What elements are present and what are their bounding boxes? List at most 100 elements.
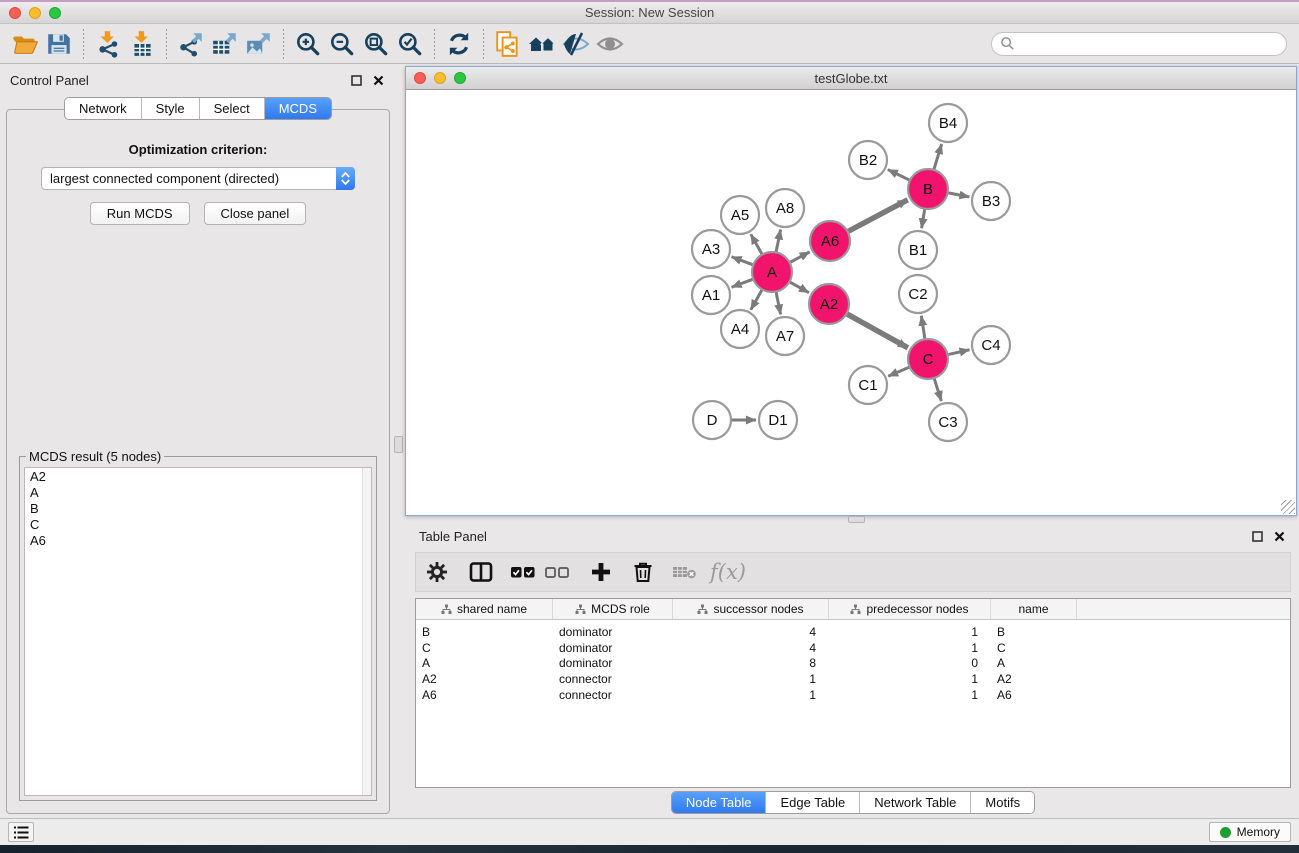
export-table-icon[interactable]: [208, 28, 242, 60]
float-panel-icon[interactable]: [1250, 529, 1265, 544]
function-builder-icon[interactable]: f(x): [710, 560, 746, 584]
tab-select[interactable]: Select: [199, 98, 264, 119]
panel-divider[interactable]: [392, 64, 405, 818]
graph-edge[interactable]: [751, 289, 762, 309]
search-box[interactable]: [991, 32, 1287, 56]
cell-name[interactable]: B: [991, 625, 1077, 639]
network-overview-icon[interactable]: [525, 28, 559, 60]
divider-grip[interactable]: [394, 436, 403, 453]
import-network-icon[interactable]: [91, 28, 125, 60]
cell-predecessor-nodes[interactable]: 1: [829, 688, 991, 702]
add-column-icon[interactable]: [586, 557, 616, 587]
open-session-icon[interactable]: [8, 28, 42, 60]
cell-successor-nodes[interactable]: 1: [673, 688, 829, 702]
list-item[interactable]: A2: [25, 469, 371, 485]
cell-successor-nodes[interactable]: 4: [673, 641, 829, 655]
cell-shared-name[interactable]: C: [416, 641, 553, 655]
scrollbar-track[interactable]: [362, 468, 371, 795]
cell-mcds-role[interactable]: connector: [553, 688, 673, 702]
graph-edge[interactable]: [776, 230, 781, 253]
list-item[interactable]: B: [25, 501, 371, 517]
toggle-column-view-icon[interactable]: [466, 557, 496, 587]
optimization-criterion-select[interactable]: largest connected component (directed): [41, 167, 355, 190]
graph-edge[interactable]: [888, 170, 910, 181]
graph-edge[interactable]: [888, 367, 909, 376]
graph-edge[interactable]: [921, 316, 925, 339]
tab-mcds[interactable]: MCDS: [264, 98, 331, 119]
cell-name[interactable]: A6: [991, 688, 1077, 702]
zoom-fit-icon[interactable]: [359, 28, 393, 60]
search-input[interactable]: [1020, 37, 1278, 51]
cell-name[interactable]: A2: [991, 672, 1077, 686]
tab-network[interactable]: Network: [65, 98, 141, 119]
zoom-out-icon[interactable]: [325, 28, 359, 60]
select-all-rows-icon[interactable]: [508, 557, 538, 587]
column-header-predecessor-nodes[interactable]: predecessor nodes: [829, 599, 991, 619]
refresh-icon[interactable]: [442, 28, 476, 60]
task-history-button[interactable]: [8, 822, 34, 842]
list-item[interactable]: C: [25, 517, 371, 533]
deselect-all-rows-icon[interactable]: [542, 557, 572, 587]
graph-edge[interactable]: [732, 279, 754, 287]
cell-predecessor-nodes[interactable]: 1: [829, 672, 991, 686]
run-mcds-button[interactable]: Run MCDS: [90, 202, 190, 225]
cell-predecessor-nodes[interactable]: 1: [829, 641, 991, 655]
window-resize-grip-icon[interactable]: [1281, 500, 1295, 514]
column-header-successor-nodes[interactable]: successor nodes: [673, 599, 829, 619]
cell-successor-nodes[interactable]: 8: [673, 656, 829, 670]
delete-table-icon[interactable]: [670, 557, 700, 587]
float-panel-icon[interactable]: [349, 73, 364, 88]
column-header-shared-name[interactable]: shared name: [416, 599, 553, 619]
list-item[interactable]: A6: [25, 533, 371, 549]
cell-mcds-role[interactable]: dominator: [553, 625, 673, 639]
graph-edge[interactable]: [848, 200, 908, 232]
table-settings-icon[interactable]: [422, 557, 452, 587]
zoom-in-icon[interactable]: [291, 28, 325, 60]
column-header-mcds-role[interactable]: MCDS role: [553, 599, 673, 619]
cell-predecessor-nodes[interactable]: 1: [829, 625, 991, 639]
list-item[interactable]: A: [25, 485, 371, 501]
network-canvas[interactable]: AA1A2A3A4A5A6A7A8BB1B2B3B4CC1C2C3C4DD1: [406, 90, 1296, 515]
cell-shared-name[interactable]: A2: [416, 672, 553, 686]
zoom-selected-icon[interactable]: [393, 28, 427, 60]
graph-edge[interactable]: [789, 282, 809, 293]
save-session-icon[interactable]: [42, 28, 76, 60]
horizontal-divider[interactable]: [405, 516, 1299, 524]
mcds-result-list[interactable]: A2 A B C A6: [24, 467, 372, 796]
cell-predecessor-nodes[interactable]: 0: [829, 656, 991, 670]
graph-edge[interactable]: [922, 209, 925, 229]
cell-mcds-role[interactable]: dominator: [553, 641, 673, 655]
table-row[interactable]: A2 connector 1 1 A2: [416, 671, 1290, 687]
cell-shared-name[interactable]: A: [416, 656, 553, 670]
column-header-name[interactable]: name: [991, 599, 1077, 619]
divider-grip[interactable]: [848, 516, 865, 523]
graph-edge[interactable]: [732, 257, 754, 265]
table-row[interactable]: B dominator 4 1 B: [416, 624, 1290, 640]
close-panel-icon[interactable]: [371, 73, 386, 88]
graph-edge[interactable]: [948, 193, 970, 197]
tab-style[interactable]: Style: [141, 98, 199, 119]
graph-edge[interactable]: [948, 350, 970, 355]
graph-edge[interactable]: [776, 292, 781, 315]
table-row[interactable]: C dominator 4 1 C: [416, 640, 1290, 656]
graph-edge[interactable]: [751, 234, 762, 254]
hide-graphics-details-icon[interactable]: [559, 28, 593, 60]
delete-column-icon[interactable]: [628, 557, 658, 587]
export-image-icon[interactable]: [242, 28, 276, 60]
tab-edge-table[interactable]: Edge Table: [765, 792, 859, 813]
cell-mcds-role[interactable]: connector: [553, 672, 673, 686]
export-network-icon[interactable]: [174, 28, 208, 60]
tab-node-table[interactable]: Node Table: [672, 792, 766, 813]
table-row[interactable]: A6 connector 1 1 A6: [416, 687, 1290, 703]
graph-edge[interactable]: [934, 378, 941, 401]
duplicate-network-icon[interactable]: [491, 28, 525, 60]
cell-mcds-role[interactable]: dominator: [553, 656, 673, 670]
cell-shared-name[interactable]: B: [416, 625, 553, 639]
cell-name[interactable]: C: [991, 641, 1077, 655]
close-panel-icon[interactable]: [1272, 529, 1287, 544]
tab-network-table[interactable]: Network Table: [859, 792, 970, 813]
cell-shared-name[interactable]: A6: [416, 688, 553, 702]
close-panel-button[interactable]: Close panel: [204, 202, 307, 225]
tab-motifs[interactable]: Motifs: [970, 792, 1034, 813]
table-row[interactable]: A dominator 8 0 A: [416, 655, 1290, 671]
